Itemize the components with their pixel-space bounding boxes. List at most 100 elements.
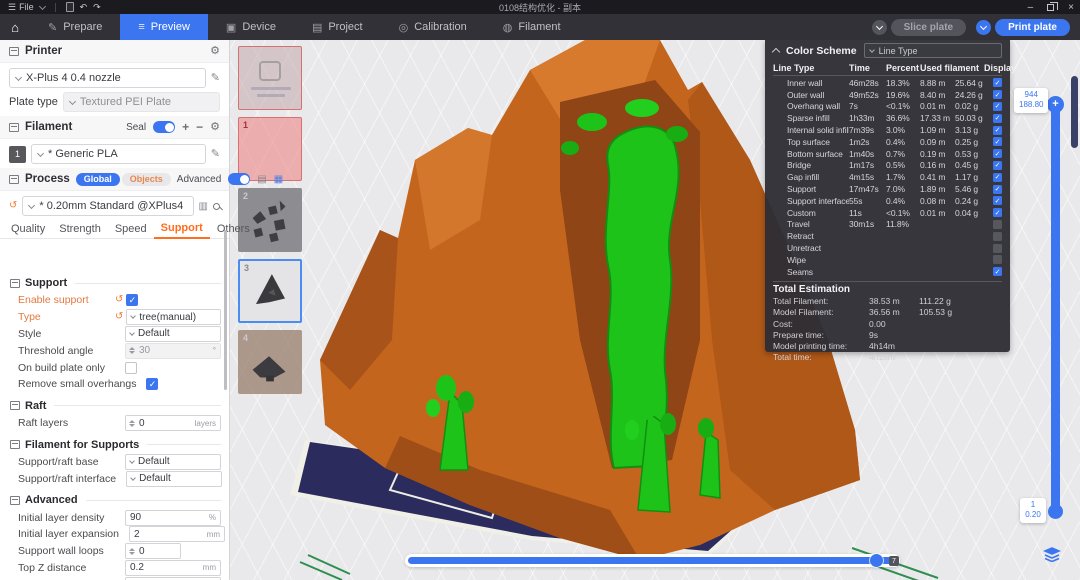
main-tab[interactable]: ✎ Prepare: [30, 14, 120, 40]
remove-small-overhangs-checkbox[interactable]: ✓: [146, 378, 158, 390]
restore-button[interactable]: [1047, 4, 1054, 11]
line-type-time: 46m28s: [849, 78, 886, 88]
display-checkbox[interactable]: ✓: [993, 173, 1002, 182]
display-checkbox[interactable]: ✓: [993, 232, 1002, 241]
undo-icon[interactable]: ↶: [80, 2, 88, 13]
display-checkbox[interactable]: ✓: [993, 102, 1002, 111]
minimize-button[interactable]: –: [1028, 2, 1034, 13]
printer-settings-gear-icon[interactable]: ⚙: [210, 46, 220, 57]
3d-viewport[interactable]: 1 2 3: [230, 40, 1080, 580]
viewport-scrollbar[interactable]: [1071, 76, 1078, 148]
spinner-arrows-icon[interactable]: [129, 548, 135, 555]
plate-thumbnail[interactable]: 2: [238, 188, 302, 252]
edit-printer-icon[interactable]: ✎: [211, 73, 220, 84]
line-type-time: 4m15s: [849, 172, 886, 182]
compare-preset-icon[interactable]: ▦: [274, 174, 283, 185]
print-plate-button[interactable]: Print plate: [995, 19, 1070, 36]
process-tab[interactable]: Support: [154, 222, 210, 239]
main-tab[interactable]: ◍ Filament: [485, 14, 579, 40]
sidebar-scrollbar[interactable]: [224, 230, 227, 390]
discard-changes-icon[interactable]: ↺: [9, 201, 17, 211]
remove-filament-button[interactable]: −: [196, 121, 203, 133]
search-icon[interactable]: [213, 203, 220, 210]
display-checkbox[interactable]: ✓: [993, 255, 1002, 264]
plate-thumbnail[interactable]: 4: [238, 330, 302, 394]
display-checkbox[interactable]: ✓: [993, 137, 1002, 146]
initial-layer-expansion-label: Initial layer expansion: [18, 528, 119, 540]
main-tab[interactable]: ▤ Project: [294, 14, 381, 40]
process-tab[interactable]: Quality: [4, 223, 52, 238]
process-objects-pill[interactable]: Objects: [122, 173, 171, 186]
display-checkbox[interactable]: ✓: [993, 244, 1002, 253]
print-dropdown-button[interactable]: [976, 20, 991, 35]
seal-toggle[interactable]: [153, 121, 175, 133]
layer-slider-bottom-handle[interactable]: [1048, 504, 1063, 519]
layer-slider-top-handle[interactable]: +: [1047, 96, 1064, 113]
save-preset-icon[interactable]: ▥: [199, 201, 208, 212]
display-checkbox[interactable]: ✓: [993, 78, 1002, 87]
support-type-select[interactable]: tree(manual): [126, 309, 221, 325]
support-style-select[interactable]: Default: [125, 326, 221, 342]
support-raft-base-select[interactable]: Default: [125, 454, 221, 470]
add-filament-button[interactable]: +: [182, 121, 189, 133]
process-tab[interactable]: Others: [210, 223, 257, 238]
process-global-pill[interactable]: Global: [76, 173, 120, 186]
spinner-arrows-icon[interactable]: [129, 347, 135, 354]
display-checkbox[interactable]: ✓: [993, 185, 1002, 194]
spinner-arrows-icon[interactable]: [129, 420, 135, 427]
process-tab[interactable]: Strength: [52, 223, 108, 238]
display-checkbox[interactable]: ✓: [993, 149, 1002, 158]
initial-layer-expansion-input[interactable]: 2mm: [129, 526, 225, 542]
plate-thumbnail[interactable]: [238, 46, 302, 110]
display-checkbox[interactable]: ✓: [993, 90, 1002, 99]
filament-preset-select[interactable]: * Generic PLA: [31, 144, 206, 164]
edit-filament-icon[interactable]: ✎: [211, 149, 220, 160]
process-tab[interactable]: Speed: [108, 223, 154, 238]
file-menu-chevron-icon[interactable]: [39, 2, 46, 9]
main-tab[interactable]: ≡ Preview: [120, 14, 208, 40]
initial-layer-density-input[interactable]: 90%: [125, 510, 221, 526]
top-z-distance-input[interactable]: 0.2mm: [125, 560, 221, 576]
display-checkbox[interactable]: ✓: [993, 161, 1002, 170]
new-project-icon[interactable]: [66, 2, 74, 12]
tab-label: Calibration: [414, 21, 467, 33]
on-build-plate-only-checkbox[interactable]: ✓: [125, 362, 137, 374]
advanced-toggle[interactable]: [228, 173, 250, 185]
support-wall-loops-spinner[interactable]: 0: [125, 543, 181, 559]
plate-thumbnail-selected[interactable]: 3: [238, 259, 302, 323]
view-mode-select[interactable]: Line Type: [864, 43, 1002, 58]
collapse-panel-icon[interactable]: [772, 48, 780, 56]
segment-slider[interactable]: 7: [405, 554, 900, 567]
reset-icon[interactable]: ↺: [115, 295, 123, 305]
support-raft-interface-select[interactable]: Default: [126, 471, 222, 487]
display-checkbox[interactable]: ✓: [993, 196, 1002, 205]
main-tab[interactable]: ▣ Device: [208, 14, 294, 40]
filament-slot-swatch[interactable]: 1: [9, 146, 26, 163]
printer-preset-select[interactable]: X-Plus 4 0.4 nozzle: [9, 68, 206, 88]
settings-sidebar: Printer ⚙ X-Plus 4 0.4 nozzle ✎ Plate ty…: [0, 40, 230, 580]
home-icon[interactable]: ⌂: [0, 14, 30, 40]
main-tab[interactable]: ◎ Calibration: [381, 14, 485, 40]
plate-thumbnail[interactable]: 1: [238, 117, 302, 181]
display-checkbox[interactable]: ✓: [993, 220, 1002, 229]
layers-view-icon[interactable]: [1043, 546, 1061, 562]
display-checkbox[interactable]: ✓: [993, 126, 1002, 135]
display-checkbox[interactable]: ✓: [993, 114, 1002, 123]
segment-slider-handle[interactable]: [870, 554, 883, 567]
threshold-angle-spinner[interactable]: 30 °: [125, 343, 221, 359]
enable-support-checkbox[interactable]: ✓: [126, 294, 138, 306]
plate-type-select[interactable]: Textured PEI Plate: [63, 92, 220, 112]
display-checkbox[interactable]: ✓: [993, 267, 1002, 276]
close-button[interactable]: ×: [1068, 2, 1074, 13]
parameter-table-icon[interactable]: ▤: [257, 174, 266, 185]
raft-layers-spinner[interactable]: 0 layers: [125, 415, 221, 431]
slice-dropdown-button[interactable]: [872, 20, 887, 35]
redo-icon[interactable]: ↷: [93, 2, 101, 13]
process-preset-select[interactable]: * 0.20mm Standard @XPlus4: [22, 196, 193, 216]
display-checkbox[interactable]: ✓: [993, 208, 1002, 217]
reset-icon[interactable]: ↺: [115, 312, 123, 322]
slice-plate-button[interactable]: Slice plate: [891, 19, 966, 36]
layer-slider-track[interactable]: [1051, 100, 1060, 512]
filament-settings-gear-icon[interactable]: ⚙: [210, 122, 220, 133]
file-menu[interactable]: ☰ File: [8, 2, 34, 13]
